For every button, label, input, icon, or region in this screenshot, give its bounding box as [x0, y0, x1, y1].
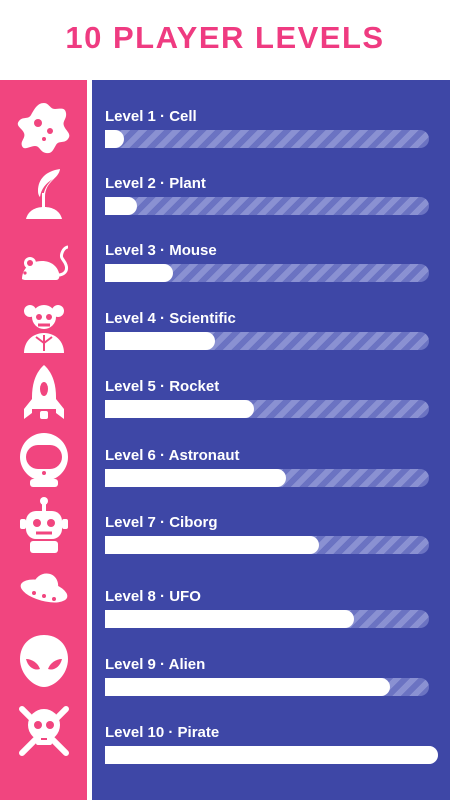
level-label: Level 6 · Astronaut: [105, 447, 240, 464]
robot-icon: [0, 492, 87, 558]
mouse-icon: [0, 226, 87, 292]
level-label: Level 4 · Scientific: [105, 310, 236, 327]
level-progress-fill: [105, 536, 319, 554]
level-progress-track: [105, 332, 429, 350]
cell-icon: [0, 94, 87, 160]
level-item-4: Level 4 · Scientific: [105, 310, 440, 350]
scientist-icon: [0, 292, 87, 358]
level-icon-sidebar: [0, 80, 87, 800]
level-item-6: Level 6 · Astronaut: [105, 447, 440, 487]
level-progress-fill: [105, 332, 216, 350]
level-progress-track: [105, 678, 429, 696]
level-progress-fill: [105, 130, 125, 148]
level-item-1: Level 1 · Cell: [105, 108, 440, 148]
level-label: Level 3 · Mouse: [105, 242, 217, 259]
level-label: Level 7 · Ciborg: [105, 514, 218, 531]
level-label: Level 8 · UFO: [105, 588, 201, 605]
alien-icon: [0, 628, 87, 694]
level-progress-fill: [105, 197, 138, 215]
level-progress-track: [105, 469, 429, 487]
level-progress-track: [105, 197, 429, 215]
level-progress-fill: [105, 746, 438, 764]
level-progress-track: [105, 264, 429, 282]
level-progress-fill: [105, 610, 355, 628]
level-label: Level 9 · Alien: [105, 656, 206, 673]
skull-crossbones-icon: [0, 696, 87, 762]
level-item-3: Level 3 · Mouse: [105, 242, 440, 282]
level-label: Level 2 · Plant: [105, 175, 206, 192]
level-progress-fill: [105, 400, 255, 418]
level-label: Level 5 · Rocket: [105, 378, 220, 395]
page-title: 10 PLAYER LEVELS: [65, 20, 385, 55]
level-progress-fill: [105, 678, 391, 696]
rocket-icon: [0, 360, 87, 426]
level-progress-track: [105, 400, 429, 418]
ufo-icon: [0, 558, 87, 624]
level-progress-fill: [105, 264, 174, 282]
level-label: Level 10 · Pirate: [105, 724, 220, 741]
plant-icon: [0, 160, 87, 226]
level-item-5: Level 5 · Rocket: [105, 378, 440, 418]
level-item-8: Level 8 · UFO: [105, 588, 440, 628]
astronaut-helmet-icon: [0, 426, 87, 492]
level-progress-track: [105, 610, 429, 628]
level-label: Level 1 · Cell: [105, 108, 197, 125]
level-item-9: Level 9 · Alien: [105, 656, 440, 696]
level-item-7: Level 7 · Ciborg: [105, 514, 440, 554]
level-item-2: Level 2 · Plant: [105, 175, 440, 215]
level-progress-track: [105, 130, 429, 148]
level-progress-track: [105, 536, 429, 554]
level-progress-fill: [105, 469, 287, 487]
level-item-10: Level 10 · Pirate: [105, 724, 440, 764]
level-progress-track: [105, 746, 438, 764]
